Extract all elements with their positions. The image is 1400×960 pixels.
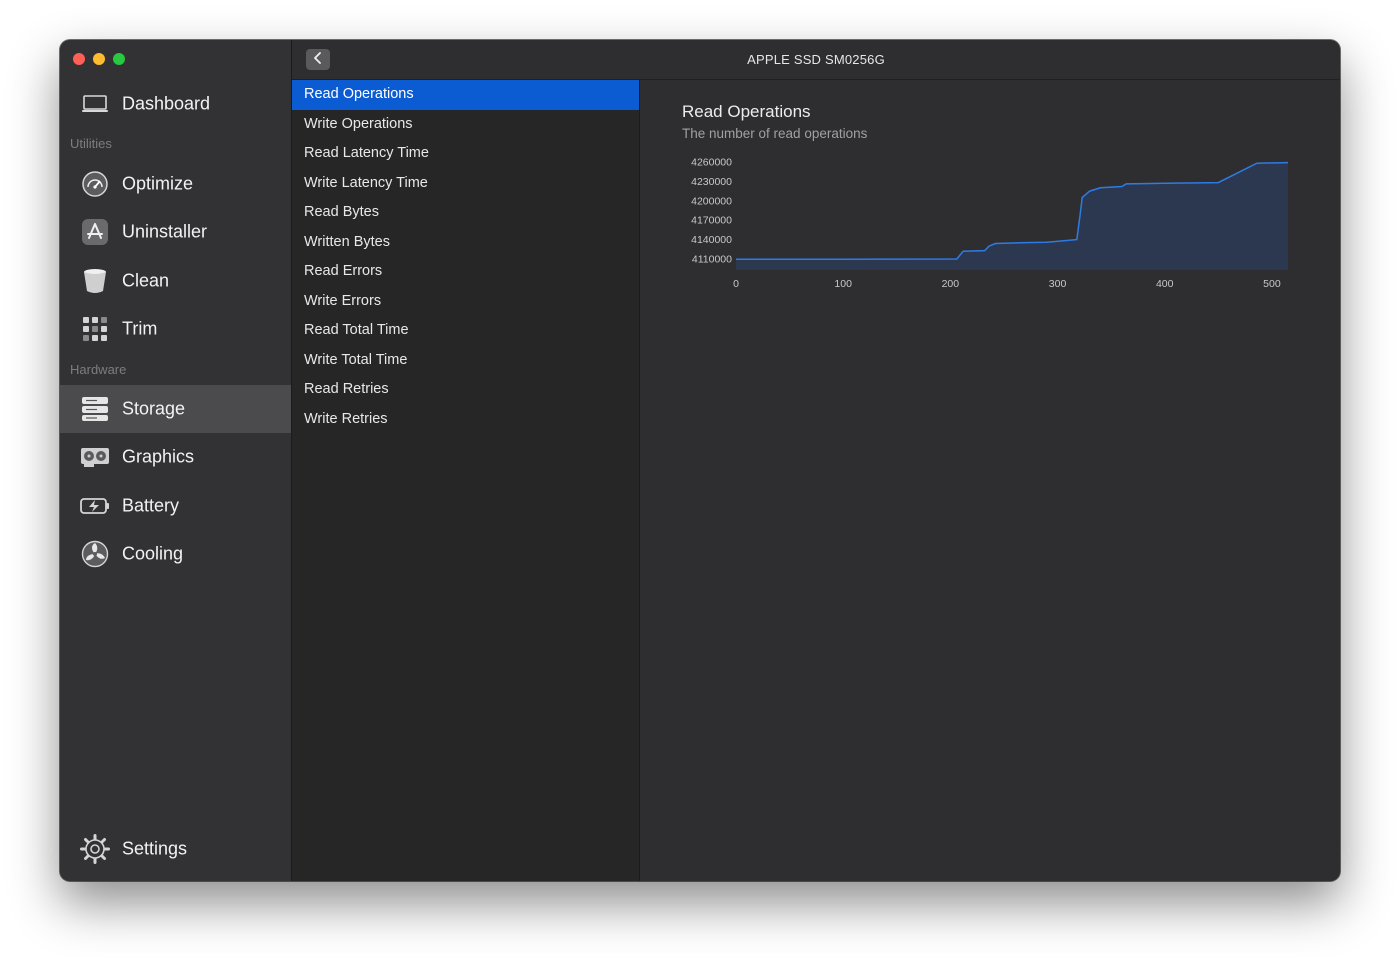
sidebar-item-label: Storage xyxy=(122,398,186,419)
laptop-icon xyxy=(80,89,110,119)
grid-icon xyxy=(80,314,110,344)
sidebar-item-label: Settings xyxy=(122,838,188,859)
x-tick-label: 500 xyxy=(1263,278,1281,290)
list-item-read-total-time[interactable]: Read Total Time xyxy=(292,316,639,346)
list-item-read-bytes[interactable]: Read Bytes xyxy=(292,198,639,228)
trash-bin-icon xyxy=(80,266,110,296)
fan-icon xyxy=(80,539,110,569)
sidebar-item-clean[interactable]: Clean xyxy=(60,257,291,305)
sidebar-item-trim[interactable]: Trim xyxy=(60,305,291,353)
metrics-list: Read Operations Write Operations Read Late… xyxy=(292,80,639,434)
sidebar: Dashboard Utilities Optimize Uninstaller… xyxy=(60,40,292,881)
list-item-write-total-time[interactable]: Write Total Time xyxy=(292,346,639,376)
back-button[interactable] xyxy=(306,49,330,70)
section-label-hardware: Hardware xyxy=(70,362,127,377)
detail-title: Read Operations xyxy=(682,102,811,121)
read-operations-chart: 4110000 4140000 4170000 4200000 4230000 42600… xyxy=(691,156,1289,290)
server-icon xyxy=(80,394,110,424)
sidebar-item-graphics[interactable]: Graphics xyxy=(60,433,291,481)
sidebar-item-label: Clean xyxy=(122,270,170,291)
x-tick-label: 300 xyxy=(1049,278,1067,290)
list-item-written-bytes[interactable]: Written Bytes xyxy=(292,228,639,258)
sidebar-item-label: Optimize xyxy=(122,173,194,194)
chevron-left-icon xyxy=(313,51,323,69)
sidebar-item-dashboard[interactable]: Dashboard xyxy=(60,80,291,128)
sidebar-item-label: Uninstaller xyxy=(122,221,208,242)
sidebar-item-storage[interactable]: Storage xyxy=(60,385,291,433)
list-item-write-retries[interactable]: Write Retries xyxy=(292,405,639,435)
sidebar-item-uninstaller[interactable]: Uninstaller xyxy=(60,208,291,256)
list-item-read-retries[interactable]: Read Retries xyxy=(292,375,639,405)
minimize-window-button[interactable] xyxy=(93,53,105,65)
series-area-fill xyxy=(736,162,1288,270)
y-tick-label: 4110000 xyxy=(692,254,732,266)
detail-pane: Read Operations The number of read opera… xyxy=(640,80,1340,881)
zoom-window-button[interactable] xyxy=(113,53,125,65)
y-tick-label: 4260000 xyxy=(691,156,732,168)
app-store-icon xyxy=(80,217,110,247)
sidebar-item-battery[interactable]: Battery xyxy=(60,482,291,530)
app-window: Dashboard Utilities Optimize Uninstaller… xyxy=(60,40,1340,881)
sidebar-item-optimize[interactable]: Optimize xyxy=(60,160,291,208)
list-item-write-latency-time[interactable]: Write Latency Time xyxy=(292,169,639,199)
section-label-utilities: Utilities xyxy=(70,136,112,151)
sidebar-item-label: Cooling xyxy=(122,543,184,564)
detail-subtitle: The number of read operations xyxy=(682,126,868,141)
y-tick-label: 4200000 xyxy=(691,195,732,207)
gear-icon xyxy=(80,834,110,864)
gauge-icon xyxy=(80,169,110,199)
window-title: APPLE SSD SM0256G xyxy=(747,52,885,67)
x-tick-label: 400 xyxy=(1156,278,1174,290)
sidebar-item-label: Battery xyxy=(122,495,180,516)
x-tick-label: 0 xyxy=(733,278,739,290)
x-tick-label: 100 xyxy=(834,278,852,290)
list-item-read-operations[interactable]: Read Operations xyxy=(292,80,639,110)
y-tick-label: 4140000 xyxy=(691,234,732,246)
gpu-icon xyxy=(80,442,110,472)
metrics-list-pane: Read Operations Write Operations Read Late… xyxy=(292,40,640,881)
sidebar-item-label: Trim xyxy=(122,318,158,339)
sidebar-item-cooling[interactable]: Cooling xyxy=(60,530,291,578)
list-item-write-errors[interactable]: Write Errors xyxy=(292,287,639,317)
title-bar: APPLE SSD SM0256G xyxy=(292,40,1340,80)
close-window-button[interactable] xyxy=(73,53,85,65)
list-item-read-errors[interactable]: Read Errors xyxy=(292,257,639,287)
window-controls xyxy=(73,53,125,65)
list-item-read-latency-time[interactable]: Read Latency Time xyxy=(292,139,639,169)
sidebar-item-settings[interactable]: Settings xyxy=(60,825,291,873)
x-tick-label: 200 xyxy=(942,278,960,290)
list-item-write-operations[interactable]: Write Operations xyxy=(292,110,639,140)
sidebar-item-label: Dashboard xyxy=(122,93,211,114)
y-tick-label: 4230000 xyxy=(691,176,732,188)
y-tick-label: 4170000 xyxy=(691,215,732,227)
sidebar-item-label: Graphics xyxy=(122,446,195,467)
battery-icon xyxy=(80,491,110,521)
